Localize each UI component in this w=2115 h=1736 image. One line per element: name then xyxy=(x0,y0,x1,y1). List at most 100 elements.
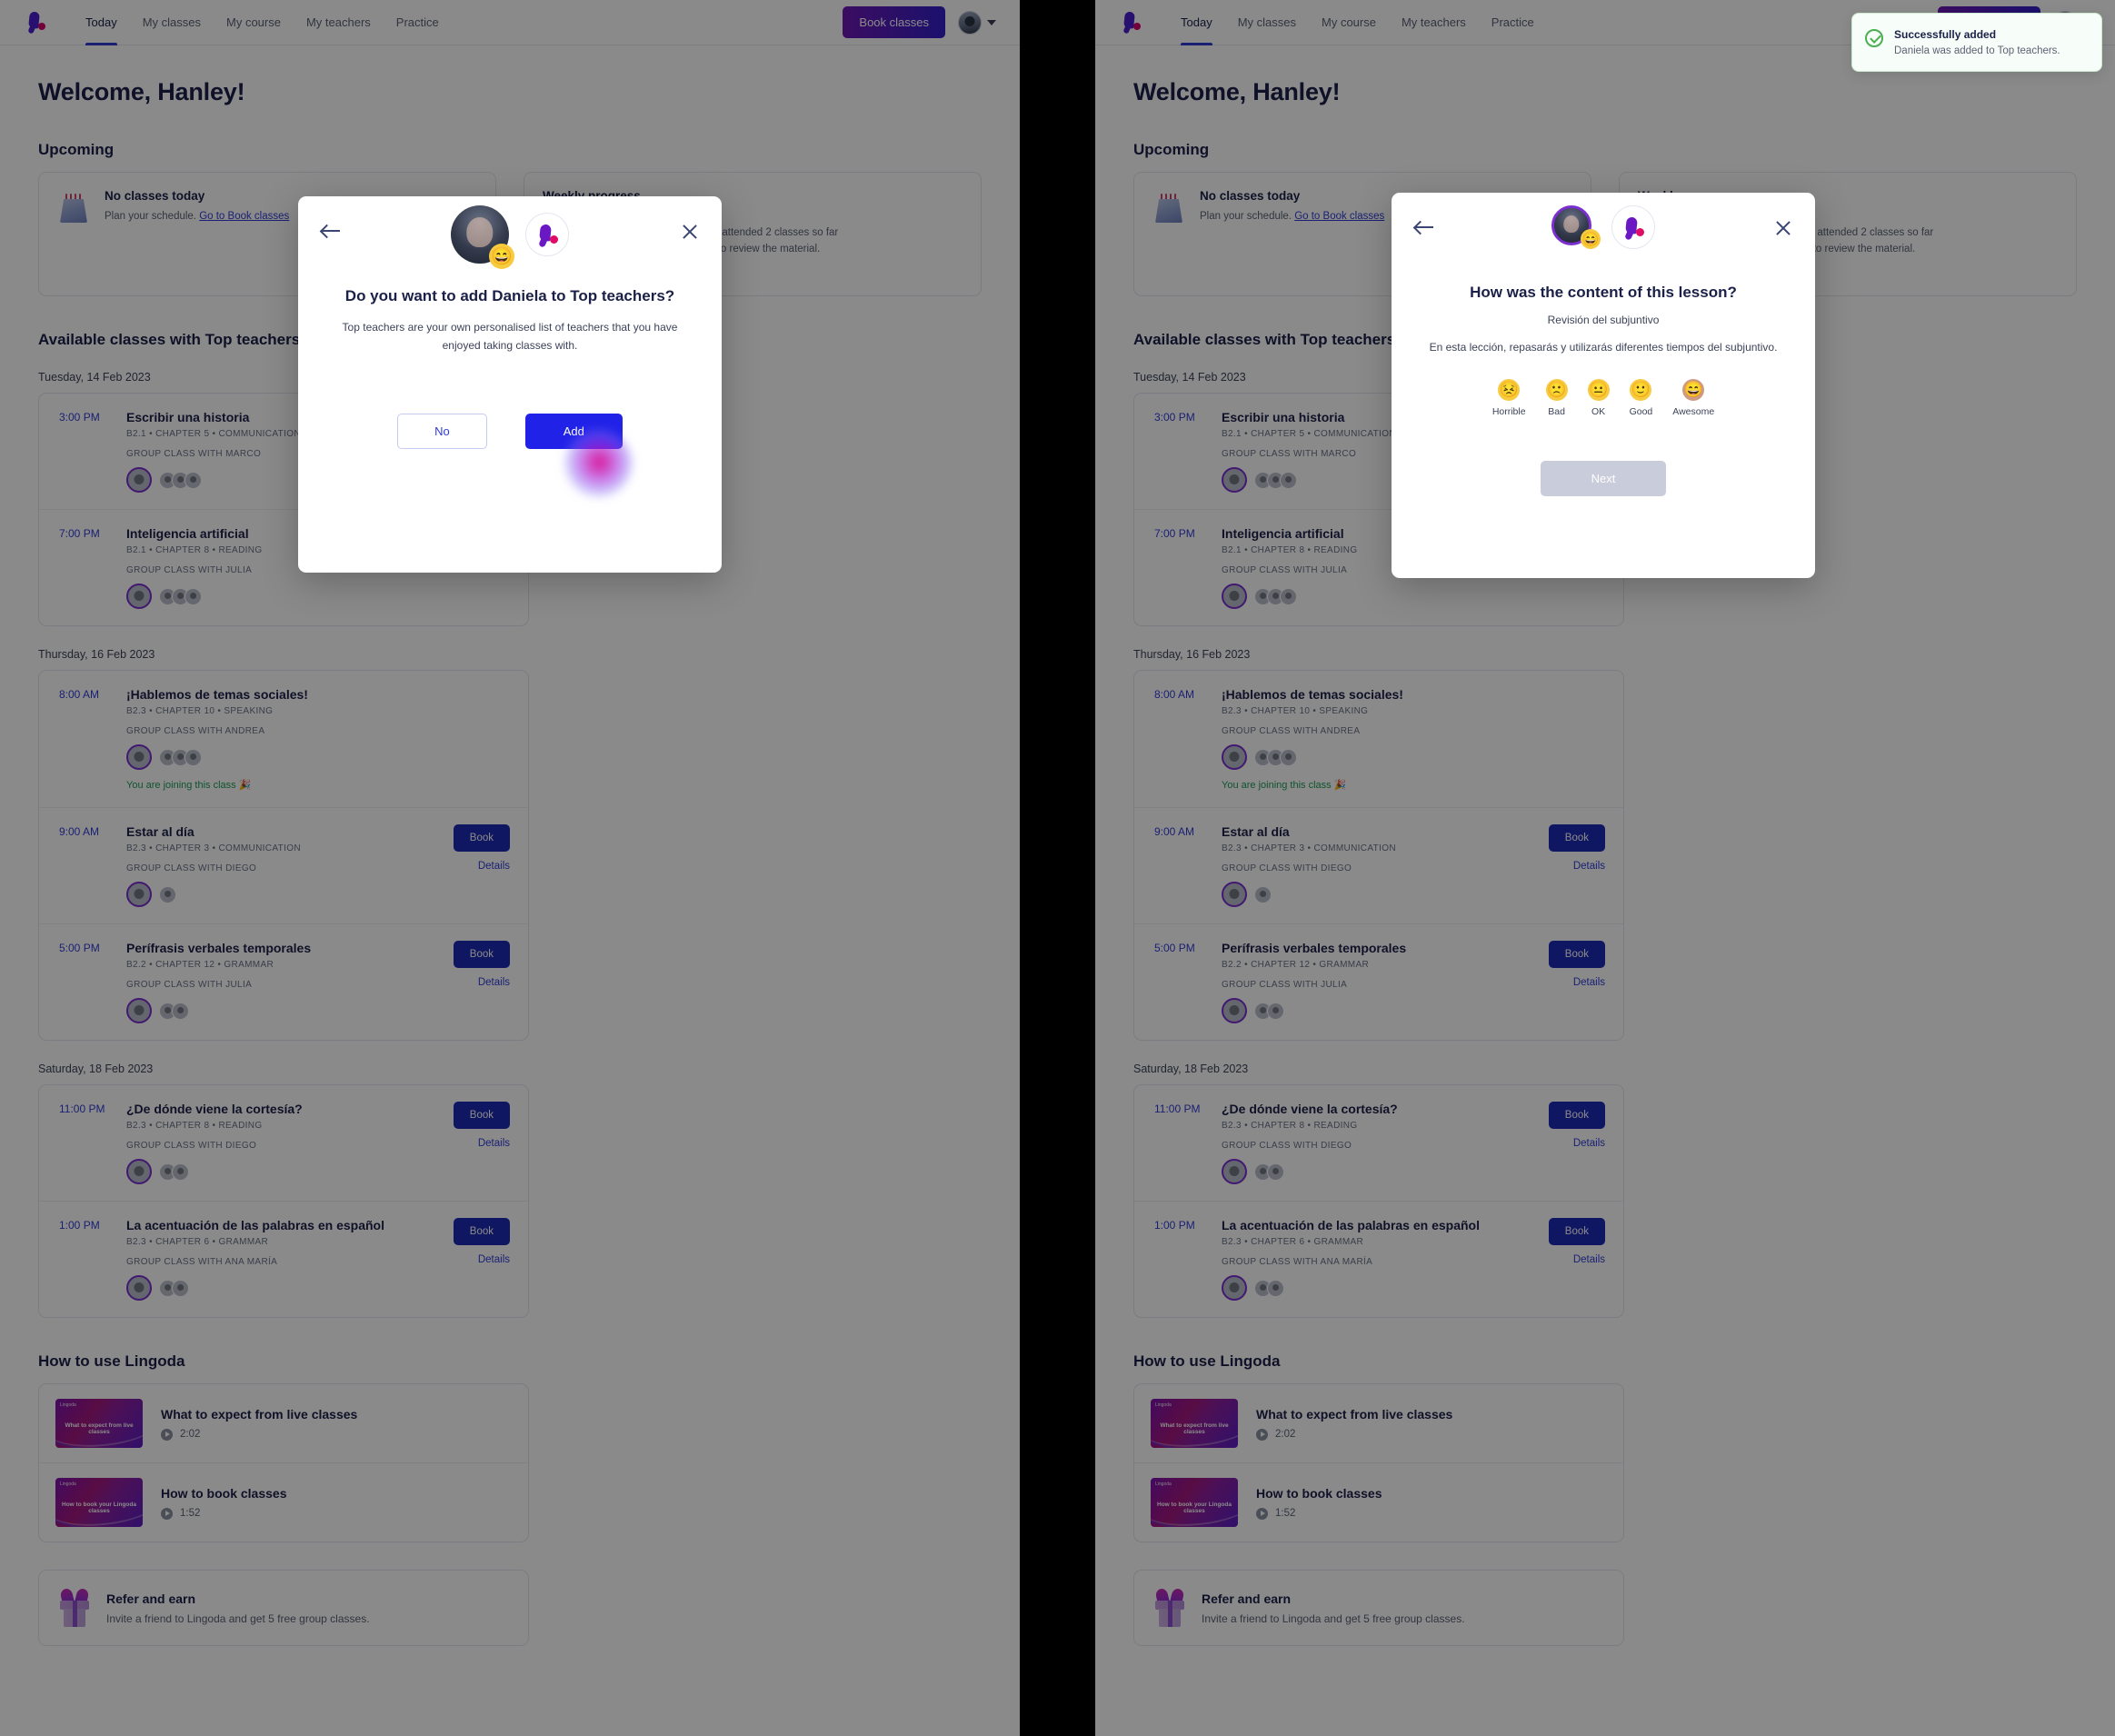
book-button[interactable]: Book xyxy=(1548,1218,1605,1246)
teacher-avatar[interactable] xyxy=(1222,1159,1247,1185)
class-participants xyxy=(126,998,441,1024)
book-classes-button[interactable]: Book classes xyxy=(843,6,945,38)
go-to-book-classes-link[interactable]: Go to Book classes xyxy=(1294,211,1384,222)
refer-and-earn-card[interactable]: Refer and earn Invite a friend to Lingod… xyxy=(1133,1570,1624,1647)
add-button[interactable]: Add xyxy=(524,413,623,449)
nav-item-my-classes[interactable]: My classes xyxy=(130,0,214,45)
account-menu[interactable] xyxy=(958,10,996,35)
teacher-avatar[interactable] xyxy=(126,1159,152,1185)
details-link[interactable]: Details xyxy=(478,977,510,988)
teacher-avatar[interactable] xyxy=(1222,1275,1247,1302)
video-duration: 1:52 xyxy=(1275,1508,1296,1520)
rating-label: OK xyxy=(1591,405,1606,417)
details-link[interactable]: Details xyxy=(478,1254,510,1265)
back-arrow-icon[interactable] xyxy=(1415,220,1435,234)
no-classes-body: Plan your schedule. Go to Book classes xyxy=(1200,209,1384,225)
rating-option-good[interactable]: 🙂 Good xyxy=(1629,378,1653,417)
rating-option-ok[interactable]: 😐 OK xyxy=(1587,378,1610,417)
book-button[interactable]: Book xyxy=(1548,941,1605,969)
table-row: 5:00 PM Perífrasis verbales temporales B… xyxy=(1134,923,1623,1040)
close-icon[interactable] xyxy=(1775,220,1791,236)
nav-item-my-course[interactable]: My course xyxy=(1309,0,1389,45)
gift-icon xyxy=(1154,1588,1185,1628)
table-row: 11:00 PM ¿De dónde viene la cortesía? B2… xyxy=(1134,1085,1623,1201)
rating-option-horrible[interactable]: 😣 Horrible xyxy=(1491,378,1526,417)
nav-item-today[interactable]: Today xyxy=(73,0,130,45)
list-item[interactable]: Lingoda What to expect from live classes… xyxy=(1134,1384,1623,1462)
list-item[interactable]: Lingoda How to book your Lingoda classes… xyxy=(39,1462,528,1541)
book-button[interactable]: Book xyxy=(453,1218,510,1246)
lingoda-logo-icon[interactable] xyxy=(1119,9,1146,36)
teacher-avatar[interactable] xyxy=(1222,998,1247,1024)
rating-label: Horrible xyxy=(1491,405,1526,417)
teacher-avatar[interactable] xyxy=(1222,882,1247,908)
class-participants xyxy=(126,584,510,610)
list-item[interactable]: Lingoda What to expect from live classes… xyxy=(39,1384,528,1462)
day-label: Saturday, 18 Feb 2023 xyxy=(38,1063,154,1076)
lingoda-logo-icon[interactable] xyxy=(24,9,51,36)
page-title: Welcome, Hanley! xyxy=(38,78,245,105)
teacher-avatar[interactable] xyxy=(126,998,152,1024)
book-button[interactable]: Book xyxy=(1548,824,1605,853)
class-actions: Book Details xyxy=(1536,824,1605,907)
table-row: 11:00 PM ¿De dónde viene la cortesía? B2… xyxy=(39,1085,528,1201)
back-arrow-icon[interactable] xyxy=(322,224,342,238)
rating-label: Good xyxy=(1629,405,1653,417)
close-icon[interactable] xyxy=(682,224,698,240)
play-icon xyxy=(1256,1507,1268,1520)
class-card-group: 11:00 PM ¿De dónde viene la cortesía? B2… xyxy=(38,1084,529,1319)
day-label: Thursday, 16 Feb 2023 xyxy=(1133,648,1251,662)
nav-item-today[interactable]: Today xyxy=(1168,0,1225,45)
go-to-book-classes-link[interactable]: Go to Book classes xyxy=(199,211,289,222)
nav-items: Today My classes My course My teachers P… xyxy=(1168,0,1547,45)
next-button[interactable]: Next xyxy=(1540,460,1667,496)
book-button[interactable]: Book xyxy=(453,824,510,853)
details-link[interactable]: Details xyxy=(1573,1254,1605,1265)
nav-item-my-teachers[interactable]: My teachers xyxy=(1389,0,1479,45)
modal-actions: No Add xyxy=(298,413,722,449)
avatar xyxy=(958,10,982,35)
book-button[interactable]: Book xyxy=(453,941,510,969)
list-item[interactable]: Lingoda How to book your Lingoda classes… xyxy=(1134,1462,1623,1541)
thumb-text: What to expect from live classes xyxy=(1160,1422,1229,1436)
details-link[interactable]: Details xyxy=(478,1138,510,1149)
how-to-use-heading: How to use Lingoda xyxy=(1133,1352,1281,1371)
class-participants xyxy=(1222,1159,1536,1185)
teacher-avatar[interactable] xyxy=(126,467,152,494)
nav-item-practice[interactable]: Practice xyxy=(1479,0,1547,45)
teacher-avatar[interactable] xyxy=(126,584,152,610)
rating-option-awesome[interactable]: 😄 Awesome xyxy=(1672,378,1714,417)
refer-title: Refer and earn xyxy=(106,1591,196,1606)
teacher-avatar[interactable] xyxy=(1222,744,1247,771)
nav-item-practice[interactable]: Practice xyxy=(384,0,452,45)
nav-item-my-teachers[interactable]: My teachers xyxy=(294,0,384,45)
class-participants xyxy=(126,744,510,771)
thumb-logo: Lingoda xyxy=(60,1482,76,1488)
details-link[interactable]: Details xyxy=(478,861,510,872)
details-link[interactable]: Details xyxy=(1573,1138,1605,1149)
video-title: How to book classes xyxy=(1256,1485,1382,1501)
teacher-avatar[interactable] xyxy=(126,744,152,771)
details-link[interactable]: Details xyxy=(1573,977,1605,988)
nav-item-my-course[interactable]: My course xyxy=(214,0,294,45)
laughing-emoji-icon: 😄 xyxy=(1581,229,1601,249)
teacher-avatar[interactable] xyxy=(1222,584,1247,610)
teacher-avatar[interactable] xyxy=(126,882,152,908)
rating-option-bad[interactable]: 🙁 Bad xyxy=(1545,378,1568,417)
no-classes-text: Plan your schedule. xyxy=(1200,211,1295,222)
nav-item-my-classes[interactable]: My classes xyxy=(1225,0,1309,45)
video-list: Lingoda What to expect from live classes… xyxy=(1133,1383,1624,1543)
book-button[interactable]: Book xyxy=(1548,1102,1605,1130)
details-link[interactable]: Details xyxy=(1573,861,1605,872)
book-button[interactable]: Book xyxy=(453,1102,510,1130)
teacher-avatar[interactable] xyxy=(126,1275,152,1302)
no-button[interactable]: No xyxy=(397,413,487,449)
play-icon xyxy=(161,1428,173,1441)
class-participants xyxy=(1222,882,1536,908)
class-time: 5:00 PM xyxy=(59,942,100,955)
refer-and-earn-card[interactable]: Refer and earn Invite a friend to Lingod… xyxy=(38,1570,529,1647)
class-actions: Book Details xyxy=(1536,1102,1605,1184)
teacher-avatar[interactable] xyxy=(1222,467,1247,494)
class-actions: Book Details xyxy=(1536,1218,1605,1301)
rating-label: Bad xyxy=(1548,405,1565,417)
